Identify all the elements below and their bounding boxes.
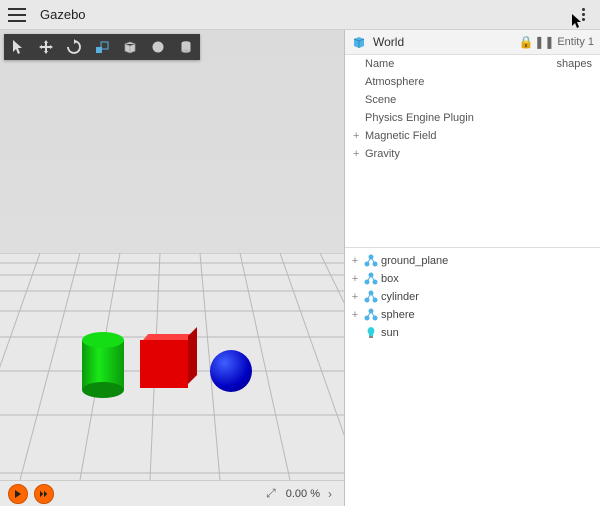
world-header: World 🔒 ❚❚ Entity 1	[345, 30, 600, 55]
tool-translate[interactable]	[32, 34, 60, 60]
entity-tree: + ground_plane + box + cylinder + sphere	[345, 248, 600, 346]
model-icon	[363, 307, 379, 323]
pause-icon[interactable]: ❚❚	[535, 35, 553, 49]
tool-select[interactable]	[4, 34, 32, 60]
expand-plus-icon: +	[349, 273, 361, 285]
playback-percent: 0.00 %	[282, 488, 324, 500]
model-icon	[363, 271, 379, 287]
play-button[interactable]	[8, 484, 28, 504]
fast-forward-button[interactable]	[34, 484, 54, 504]
model-icon	[363, 289, 379, 305]
world-icon	[351, 34, 367, 50]
world-title: World	[373, 35, 404, 49]
app-title: Gazebo	[40, 7, 86, 22]
chevron-right-icon[interactable]: ›	[324, 487, 336, 501]
model-icon	[363, 253, 379, 269]
prop-row[interactable]: Nameshapes	[345, 55, 600, 73]
prop-row[interactable]: +Gravity	[345, 145, 600, 163]
expand-icon[interactable]: ⤢	[260, 486, 282, 501]
title-bar: Gazebo	[0, 0, 600, 30]
light-icon	[363, 325, 379, 341]
prop-row[interactable]: +Magnetic Field	[345, 127, 600, 145]
playback-bar: ⤢ 0.00 % ›	[0, 480, 344, 506]
scene-3d	[0, 30, 344, 506]
tree-item[interactable]: + sphere	[345, 306, 600, 324]
more-icon[interactable]	[574, 6, 592, 24]
prop-row[interactable]: Scene	[345, 91, 600, 109]
tool-cylinder[interactable]	[172, 34, 200, 60]
menu-icon[interactable]	[8, 8, 26, 22]
tree-item[interactable]: sun	[345, 324, 600, 342]
tool-scale[interactable]	[88, 34, 116, 60]
lock-icon[interactable]: 🔒	[517, 35, 535, 49]
tool-box[interactable]	[116, 34, 144, 60]
tool-bar	[4, 34, 200, 60]
scene-sphere[interactable]	[210, 350, 252, 392]
tool-sphere[interactable]	[144, 34, 172, 60]
tree-item[interactable]: + cylinder	[345, 288, 600, 306]
expand-plus-icon: +	[349, 309, 361, 321]
viewport[interactable]: ⤢ 0.00 % ›	[0, 30, 344, 506]
inspector-panel: World 🔒 ❚❚ Entity 1 Nameshapes Atmospher…	[344, 30, 600, 506]
tool-rotate[interactable]	[60, 34, 88, 60]
prop-row[interactable]: Physics Engine Plugin	[345, 109, 600, 127]
prop-row[interactable]: Atmosphere	[345, 73, 600, 91]
expand-plus-icon: +	[353, 130, 365, 142]
expand-plus-icon: +	[353, 148, 365, 160]
entity-label: Entity 1	[557, 36, 594, 48]
expand-plus-icon: +	[349, 255, 361, 267]
main-split: ⤢ 0.00 % › World 🔒 ❚❚ Entity 1 Nameshape…	[0, 30, 600, 506]
property-list: Nameshapes Atmosphere Scene Physics Engi…	[345, 55, 600, 163]
expand-plus-icon: +	[349, 291, 361, 303]
tree-item[interactable]: + ground_plane	[345, 252, 600, 270]
scene-box[interactable]	[140, 340, 188, 388]
tree-item[interactable]: + box	[345, 270, 600, 288]
